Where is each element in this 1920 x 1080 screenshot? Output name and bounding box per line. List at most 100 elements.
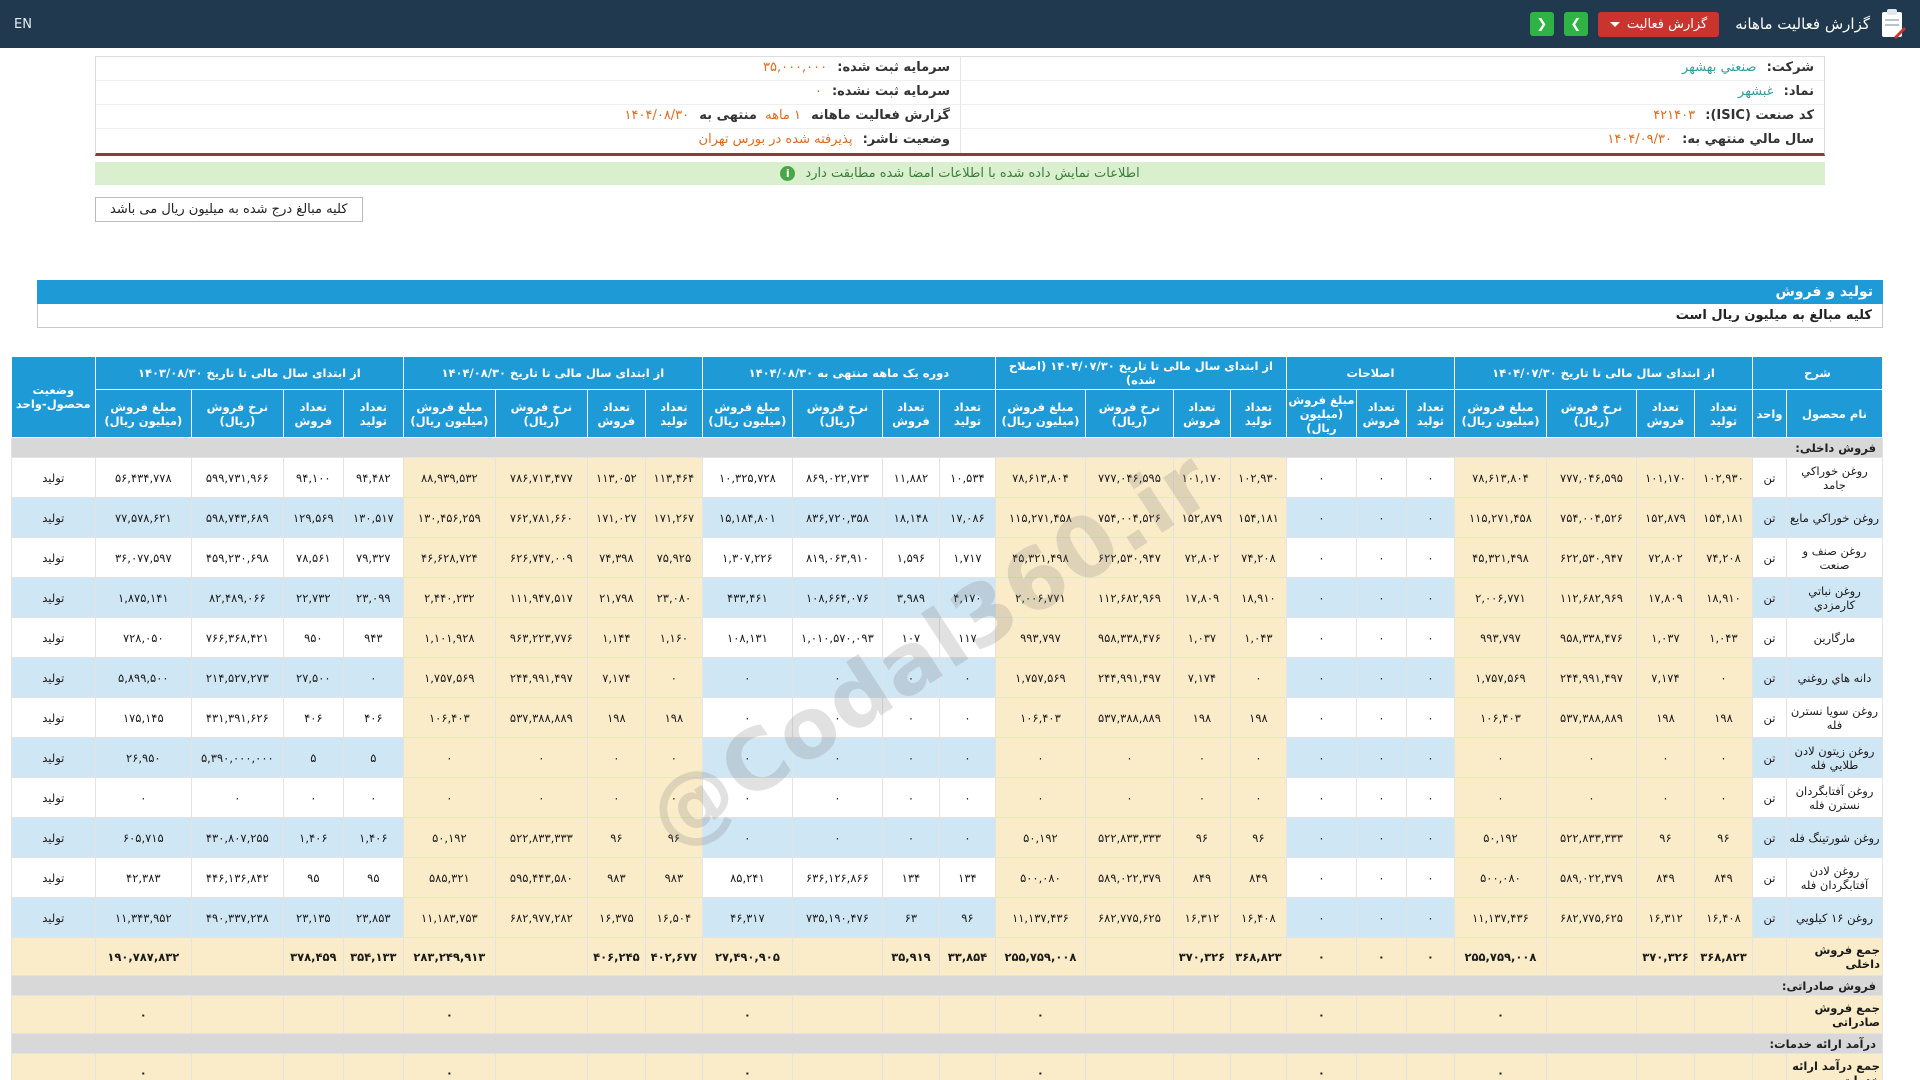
- value-cell: ۱۹۰,۷۸۷,۸۳۲: [94, 937, 192, 976]
- value-cell: ۱,۴۰۶: [342, 817, 404, 858]
- company-name-link[interactable]: صنعتي بهشهر: [1682, 60, 1757, 75]
- value-cell: ۰: [701, 1053, 793, 1080]
- value-cell: ۰: [1453, 737, 1547, 778]
- report-period-row: گزارش فعالیت ماهانه ۱ ماهه منتهی به ۱۴۰۴…: [96, 105, 960, 129]
- table-header: شرح از ابتدای سال مالی تا تاریخ ۱۴۰۴/۰۷/۳…: [10, 356, 1884, 438]
- value-cell: ۱۰۲,۹۳۰: [1229, 457, 1287, 498]
- unregistered-capital-label: سرمایه ثبت نشده:: [831, 84, 950, 99]
- value-cell: ۹۶: [1229, 817, 1287, 858]
- value-cell: ۰: [791, 777, 883, 818]
- value-cell: ۷۷۷,۰۴۶,۵۹۵: [1084, 457, 1174, 498]
- value-cell: [494, 1053, 588, 1080]
- value-cell: ۰: [1355, 617, 1407, 658]
- value-cell: ۰: [1355, 577, 1407, 618]
- previous-report-button[interactable]: ❮: [1529, 12, 1554, 36]
- report-icon[interactable]: [1880, 9, 1906, 39]
- value-cell: ۳۷۸,۴۵۹: [282, 937, 344, 976]
- value-cell: ۹۶: [1172, 817, 1231, 858]
- report-type-dropdown[interactable]: گزارش فعالیت: [1597, 11, 1720, 37]
- next-report-button[interactable]: ❯: [1563, 12, 1588, 36]
- product-row: روغن خوراکي مایع تن ۱۵۴,۱۸۱ ۱۵۲,۸۷۹ ۷۵۴,۰۰۴,…: [10, 497, 1883, 538]
- unit-cell: تن: [1751, 457, 1788, 498]
- value-cell: ۱۳۰,۵۱۷: [342, 497, 404, 538]
- value-cell: ۵۲۲,۸۳۳,۳۳۳: [1084, 817, 1174, 858]
- value-cell: ۴۶,۶۲۸,۷۲۴: [402, 537, 496, 578]
- signed-data-alert: اطلاعات نمایش داده شده با اطلاعات امضا ش…: [95, 162, 1825, 185]
- chevron-left-icon: ❮: [1536, 16, 1548, 32]
- subcolumn-header: مبلغ فروش (میلیون ریال): [701, 389, 793, 438]
- value-cell: ۰: [1355, 937, 1407, 976]
- value-cell: ۱۳۴: [938, 857, 996, 898]
- value-cell: ۱,۱۶۰: [644, 617, 703, 658]
- subcolumn-header: مبلغ فروش (میلیون ریال): [994, 389, 1086, 438]
- value-cell: ۲۴۴,۹۹۱,۴۹۷: [1084, 657, 1174, 698]
- value-cell: ۸۸,۹۳۹,۵۳۲: [402, 457, 496, 498]
- value-cell: ۱۱۳,۴۶۴: [644, 457, 703, 498]
- section-band-row: درآمد ارائه خدمات:: [10, 1033, 1884, 1054]
- isic-label: کد صنعت (ISIC):: [1705, 108, 1814, 123]
- value-cell: [1545, 995, 1637, 1034]
- value-cell: ۰: [994, 777, 1086, 818]
- subcolumn-header: تعداد فروش: [1355, 389, 1407, 438]
- value-cell: ۴۵,۳۲۱,۴۹۸: [994, 537, 1086, 578]
- subcolumn-header: تعداد فروش: [586, 389, 646, 438]
- value-cell: ۱۶,۴۰۸: [1229, 897, 1287, 938]
- value-cell: ۱۰۱,۱۷۰: [1635, 457, 1695, 498]
- value-cell: ۰: [1693, 777, 1753, 818]
- value-cell: ۱۱,۳۴۳,۹۵۲: [94, 897, 192, 938]
- ending-label: منتهی به: [699, 108, 757, 123]
- value-cell: ۶۳: [881, 897, 940, 938]
- subcolumn-header: نرخ فروش (ریال): [190, 389, 284, 438]
- value-cell: ۰: [1453, 1053, 1547, 1080]
- value-cell: ۱۷۵,۱۴۵: [94, 697, 192, 738]
- value-cell: ۲۳,۸۵۳: [342, 897, 404, 938]
- product-name-cell: روغن ۱۶ کیلویي: [1786, 897, 1883, 938]
- subcolumn-header: نرخ فروش (ریال): [1084, 389, 1174, 438]
- symbol-link[interactable]: غبشهر: [1738, 84, 1773, 99]
- value-cell: ۱۲۹,۵۶۹: [282, 497, 344, 538]
- value-cell: ۰: [1355, 897, 1407, 938]
- value-cell: ۰: [1355, 697, 1407, 738]
- value-cell: ۵: [342, 737, 404, 778]
- unit-cell: تن: [1751, 857, 1788, 898]
- value-cell: ۱۱۱,۹۴۷,۵۱۷: [494, 577, 588, 618]
- value-cell: ۳۷۰,۳۲۶: [1172, 937, 1231, 976]
- unit-cell: تن: [1751, 737, 1788, 778]
- value-cell: [1229, 1053, 1287, 1080]
- subcolumn-header: مبلغ فروش (میلیون ریال): [94, 389, 192, 438]
- value-cell: ۰: [1285, 537, 1357, 578]
- period-group-header: از ابتدای سال مالی تا تاریخ ۱۴۰۳/۰۸/۳۰: [94, 356, 404, 390]
- value-cell: ۰: [1635, 737, 1695, 778]
- product-name-cell: روغن زیتون لادن طلایي فله: [1786, 737, 1883, 778]
- value-cell: ۹۹۳,۷۹۷: [994, 617, 1086, 658]
- value-cell: ۱۰۲,۹۳۰: [1693, 457, 1753, 498]
- value-cell: ۵۰۰,۰۸۰: [994, 857, 1086, 898]
- value-cell: [1084, 1053, 1174, 1080]
- value-cell: ۰: [1405, 497, 1455, 538]
- value-cell: ۰: [1285, 817, 1357, 858]
- subcolumn-header: تعداد فروش: [1172, 389, 1231, 438]
- language-toggle[interactable]: EN: [14, 17, 32, 32]
- subcolumn-header: نرخ فروش (ریال): [1545, 389, 1637, 438]
- unit-cell: تن: [1751, 817, 1788, 858]
- value-cell: ۵۳۷,۳۸۸,۸۸۹: [1084, 697, 1174, 738]
- value-cell: ۰: [586, 777, 646, 818]
- value-cell: ۱,۰۳۷: [1172, 617, 1231, 658]
- value-cell: ۱۷,۸۰۹: [1635, 577, 1695, 618]
- value-cell: [881, 995, 940, 1034]
- company-label: شرکت:: [1766, 60, 1814, 75]
- value-cell: ۱,۰۳۷: [1635, 617, 1695, 658]
- product-status-cell: [10, 1053, 96, 1080]
- value-cell: ۱۷,۰۸۶: [938, 497, 996, 538]
- total-row: جمع درآمد ارائه خدمات ۰ ۰ ۰ ۰ ۰ ۰: [10, 1053, 1883, 1080]
- value-cell: [586, 995, 646, 1034]
- product-name-cell: جمع فروش داخلی: [1786, 937, 1883, 976]
- value-cell: ۱۱۵,۲۷۱,۴۵۸: [994, 497, 1086, 538]
- value-cell: [938, 1053, 996, 1080]
- value-cell: ۴۹۰,۳۳۷,۲۳۸: [190, 897, 284, 938]
- product-name-cell: روغن لادن آفتابگردان فله: [1786, 857, 1883, 898]
- fiscal-year-value: ۱۴۰۴/۰۹/۳۰: [1607, 132, 1672, 147]
- value-cell: [282, 1053, 344, 1080]
- value-cell: ۵۳۷,۳۸۸,۸۸۹: [1545, 697, 1637, 738]
- subcolumn-header: تعداد تولید: [644, 389, 703, 438]
